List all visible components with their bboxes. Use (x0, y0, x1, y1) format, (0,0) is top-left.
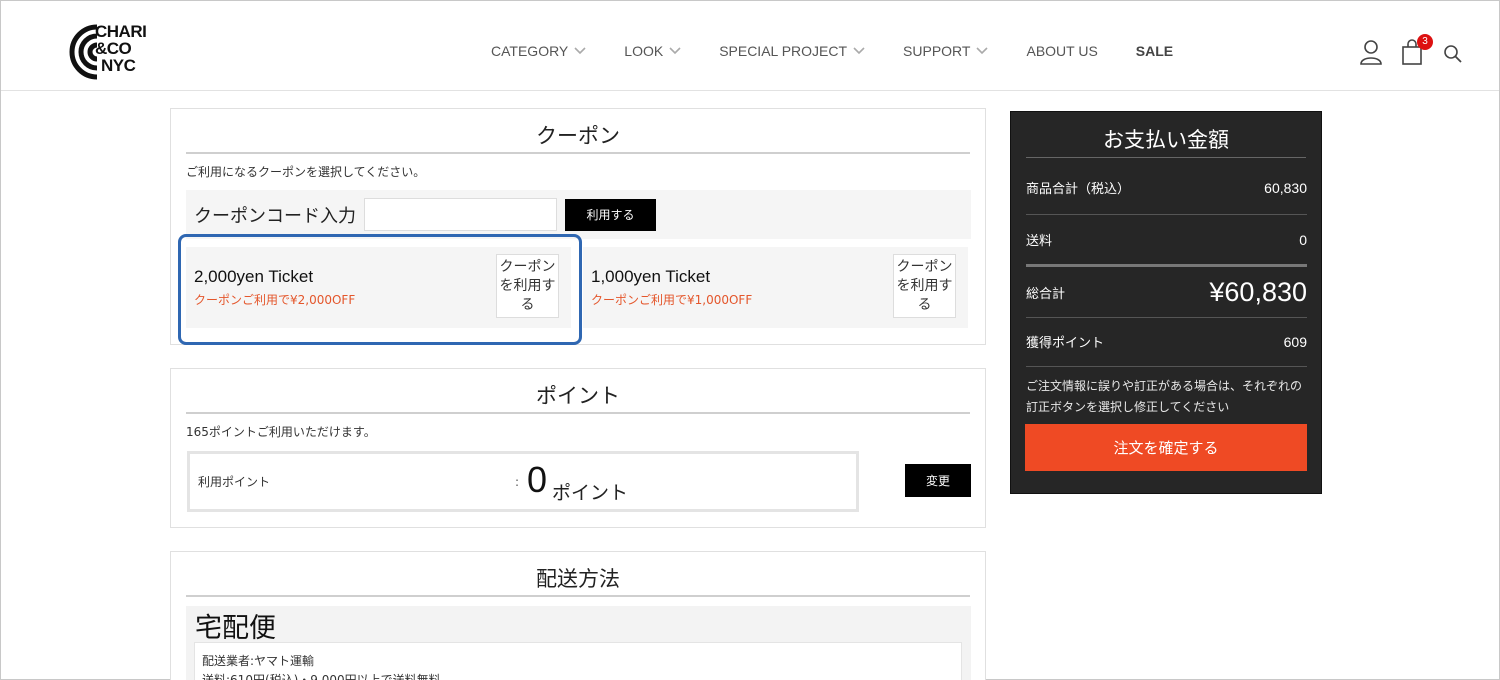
cart-button[interactable]: 3 (1401, 34, 1433, 65)
nav-item-label: LOOK (624, 43, 664, 59)
logo-line-3: NYC (101, 56, 136, 75)
shipping-panel: 配送方法 宅配便 配送業者:ヤマト運輸 送料:610円(税込)・9,000円以上… (170, 551, 986, 680)
shipping-carrier: 配送業者:ヤマト運輸 (202, 654, 315, 668)
subtotal-row: 商品合計（税込） 60,830 (1026, 178, 1307, 198)
account-button[interactable] (1359, 39, 1383, 65)
earned-points-label: 獲得ポイント (1026, 336, 1105, 351)
nav-item-category[interactable]: CATEGORY (491, 43, 586, 59)
user-icon (1360, 40, 1382, 65)
logo-line-1: CHARI (95, 22, 147, 41)
points-value: 0 (527, 459, 548, 500)
coupon-apply-button[interactable]: 利用する (565, 198, 656, 231)
nav-item-about-us[interactable]: ABOUT US (1026, 43, 1097, 59)
ticket-discount: クーポンご利用で¥2,000OFF (194, 293, 356, 307)
cart-count-badge: 3 (1417, 34, 1433, 50)
nav-item-special-project[interactable]: SPECIAL PROJECT (719, 43, 865, 59)
coupon-code-row: クーポンコード入力 利用する (186, 190, 971, 239)
chevron-down-icon (574, 47, 586, 55)
brand-logo[interactable]: CHARI &CO NYC (63, 21, 173, 81)
nav-item-label: SPECIAL PROJECT (719, 43, 848, 59)
nav-item-label: CATEGORY (491, 43, 569, 59)
coupon-ticket-2000: 2,000yen Ticket クーポンご利用で¥2,000OFF クーポンを利… (186, 247, 571, 328)
coupon-code-input[interactable] (364, 198, 557, 231)
nav-item-look[interactable]: LOOK (624, 43, 681, 59)
shipping-fee-row: 送料 0 (1026, 230, 1307, 250)
main-nav: CATEGORY LOOK SPECIAL PROJECT SUPPORT AB… (491, 43, 1211, 59)
coupon-title: クーポン (186, 109, 970, 154)
ticket-discount: クーポンご利用で¥1,000OFF (591, 293, 753, 307)
earned-points-row: 獲得ポイント 609 (1026, 332, 1307, 352)
total-row: 総合計 ¥60,830 (1026, 274, 1307, 310)
search-button[interactable] (1443, 39, 1463, 65)
divider (1026, 264, 1307, 267)
shipping-method-box: 宅配便 配送業者:ヤマト運輸 送料:610円(税込)・9,000円以上で送料無料 (186, 606, 971, 680)
subtotal-label: 商品合計（税込） (1026, 182, 1131, 197)
shipping-details: 配送業者:ヤマト運輸 送料:610円(税込)・9,000円以上で送料無料 (194, 642, 962, 680)
site-header: CHARI &CO NYC CATEGORY LOOK SPECIAL PROJ… (1, 1, 1499, 91)
points-separator: : (515, 475, 520, 489)
logo-wordmark: CHARI &CO NYC (95, 22, 147, 75)
nav-item-sale[interactable]: SALE (1136, 43, 1173, 59)
nav-item-support[interactable]: SUPPORT (903, 43, 989, 59)
chevron-down-icon (853, 47, 865, 55)
ticket-name: 1,000yen Ticket (591, 267, 711, 286)
total-value: ¥60,830 (1209, 276, 1307, 307)
coupon-code-label: クーポンコード入力 (194, 205, 356, 227)
shipping-title: 配送方法 (186, 552, 970, 597)
use-coupon-button[interactable]: クーポンを利用する (496, 254, 559, 318)
summary-note: ご注文情報に誤りや訂正がある場合は、それぞれの訂正ボタンを選択し修正してください (1026, 379, 1303, 414)
points-panel: ポイント 165ポイントご利用いただけます。 利用ポイント : 0 ポイント 変… (170, 368, 986, 528)
divider (1026, 317, 1307, 318)
nav-item-label: SALE (1135, 43, 1174, 59)
divider (1026, 214, 1307, 215)
total-label: 総合計 (1026, 286, 1066, 302)
payment-summary: お支払い金額 商品合計（税込） 60,830 送料 0 総合計 ¥60,830 … (1010, 111, 1322, 494)
shipping-fee-label: 送料 (1026, 234, 1053, 249)
confirm-order-button[interactable]: 注文を確定する (1025, 424, 1307, 471)
header-icons: 3 (1359, 34, 1481, 65)
use-coupon-button[interactable]: クーポンを利用する (893, 254, 956, 318)
earned-points-value: 609 (1283, 333, 1307, 350)
nav-item-label: ABOUT US (1026, 43, 1098, 59)
search-icon (1444, 45, 1462, 63)
nav-item-label: SUPPORT (903, 43, 971, 59)
logo-line-2: &CO (95, 39, 132, 58)
chevron-down-icon (669, 47, 681, 55)
points-title: ポイント (186, 369, 970, 414)
coupon-panel: クーポン ご利用になるクーポンを選択してください。 クーポンコード入力 利用する… (170, 108, 986, 345)
shipping-fee-value: 0 (1299, 231, 1307, 248)
points-unit: ポイント (552, 482, 629, 504)
shipping-fee: 送料:610円(税込)・9,000円以上で送料無料 (202, 673, 441, 680)
divider (1026, 366, 1307, 367)
coupon-ticket-1000: 1,000yen Ticket クーポンご利用で¥1,000OFF クーポンを利… (583, 247, 968, 328)
points-change-button[interactable]: 変更 (905, 464, 971, 497)
points-description: 165ポイントご利用いただけます。 (186, 425, 376, 439)
chevron-down-icon (976, 47, 989, 55)
coupon-description: ご利用になるクーポンを選択してください。 (186, 165, 426, 179)
shipping-method-name: 宅配便 (195, 613, 276, 644)
ticket-name: 2,000yen Ticket (194, 267, 314, 286)
points-input-box[interactable]: 利用ポイント : 0 ポイント (187, 451, 859, 512)
subtotal-value: 60,830 (1264, 179, 1307, 196)
points-label: 利用ポイント (198, 475, 271, 489)
summary-title: お支払い金額 (1026, 112, 1306, 158)
